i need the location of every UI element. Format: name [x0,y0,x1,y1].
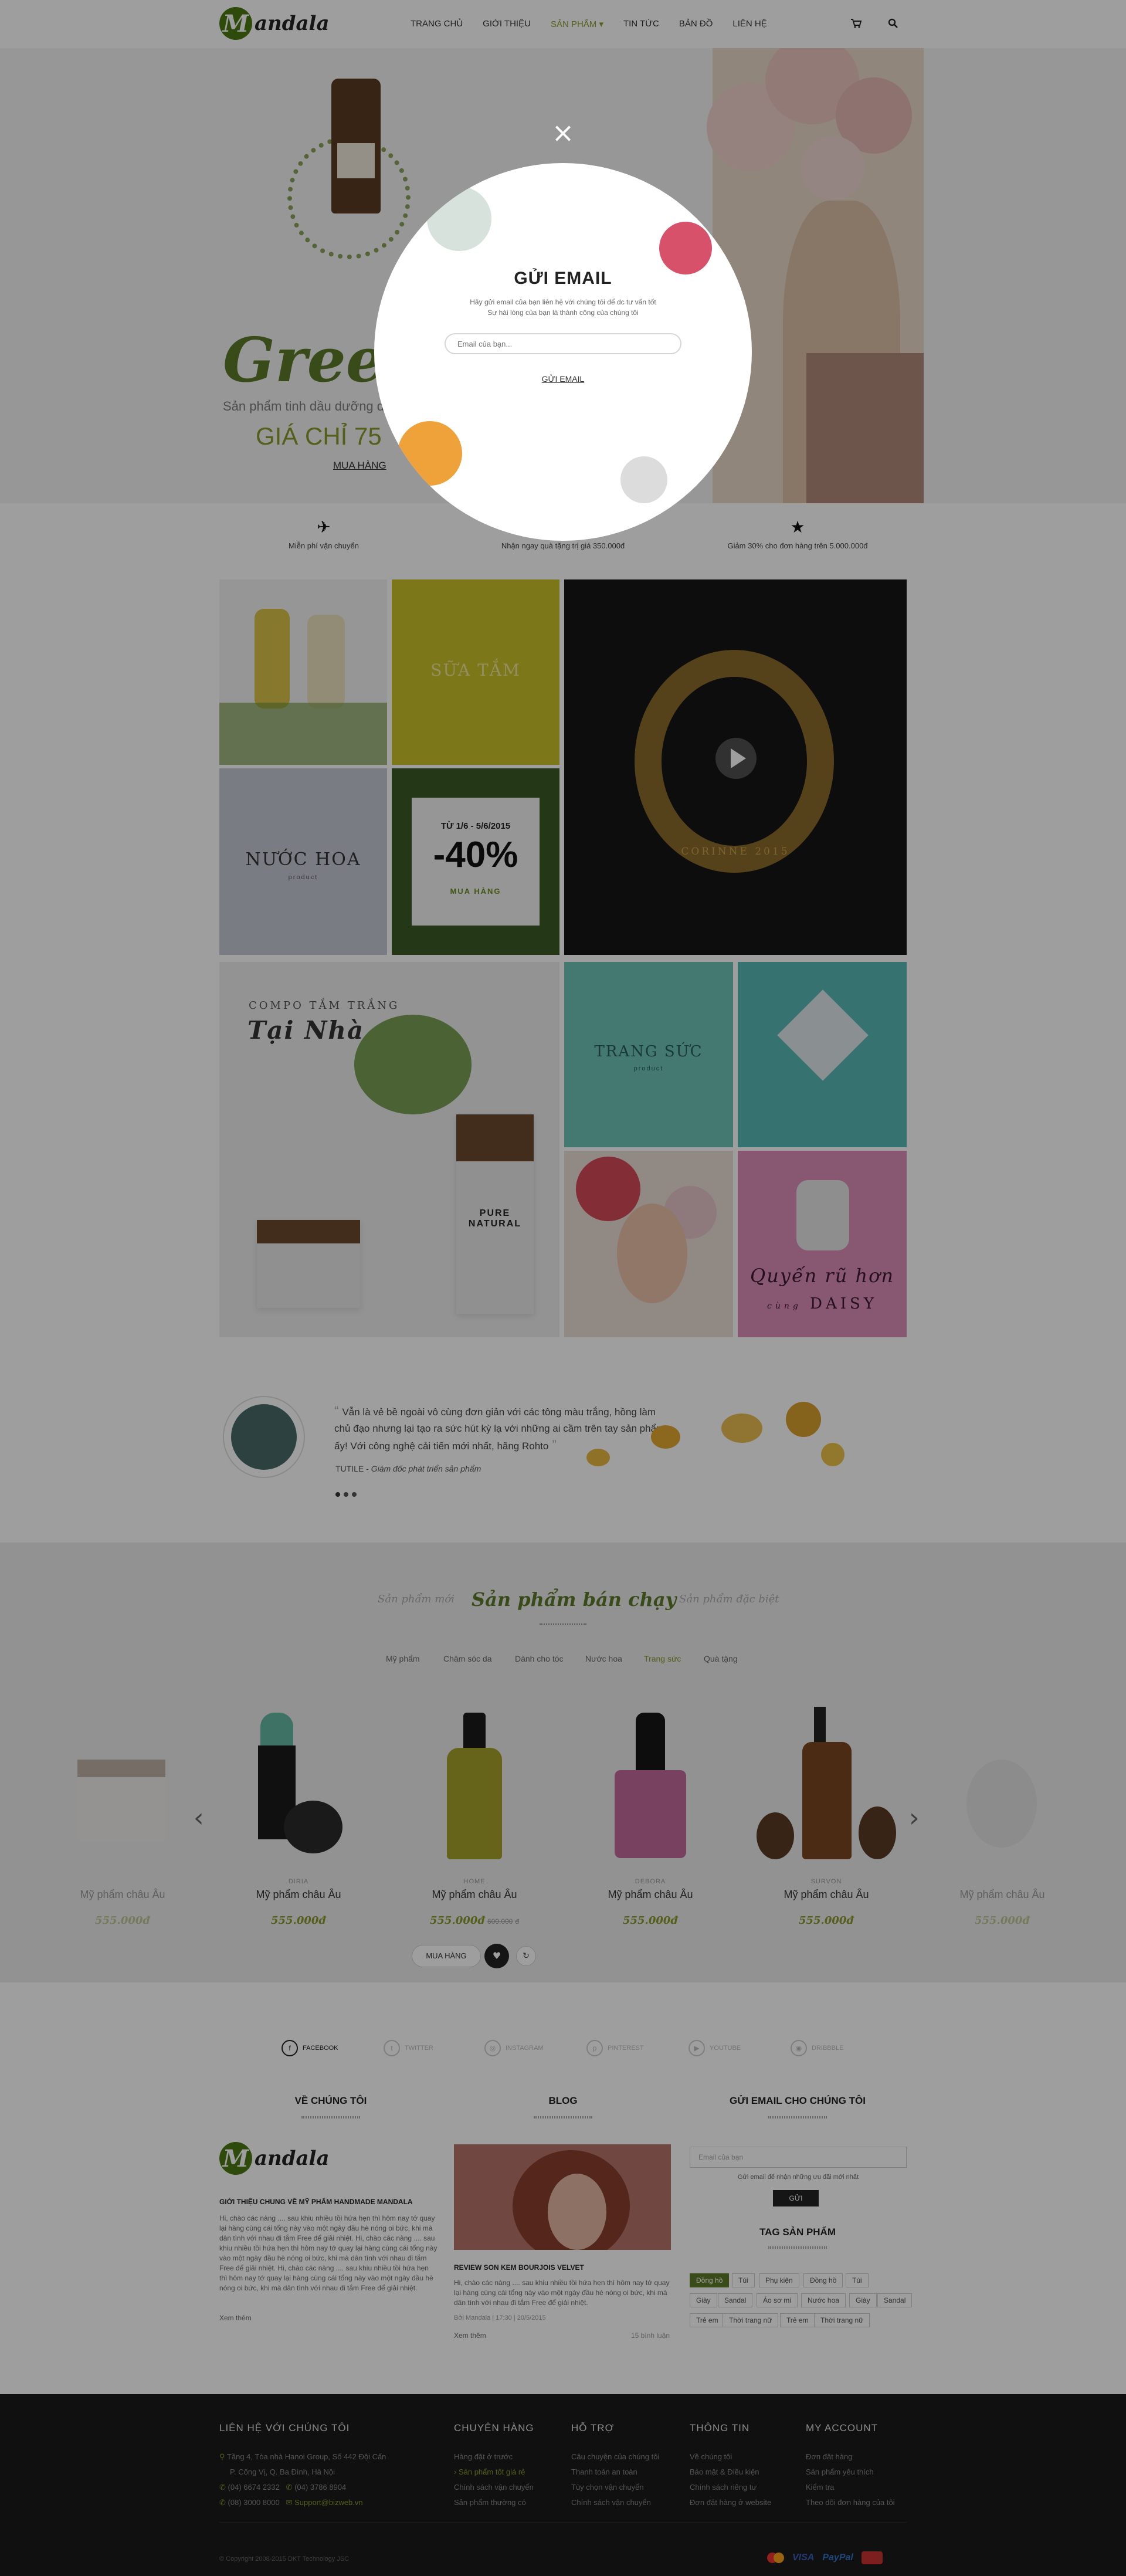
botanical-decoration [427,187,491,251]
rose-decoration [659,222,712,274]
modal-title: GỬI EMAIL [514,269,612,288]
leaf-decoration [620,456,667,503]
modal-email-input[interactable] [445,333,681,354]
modal-send-button[interactable]: GỬI EMAIL [374,374,752,384]
email-modal: GỬI EMAIL Hãy gửi email của bạn liên hệ … [374,163,752,541]
modal-description: Hãy gửi email của bạn liên hệ với chúng … [470,298,656,317]
close-icon[interactable]: × [551,119,575,146]
sunflower-decoration [398,421,462,486]
